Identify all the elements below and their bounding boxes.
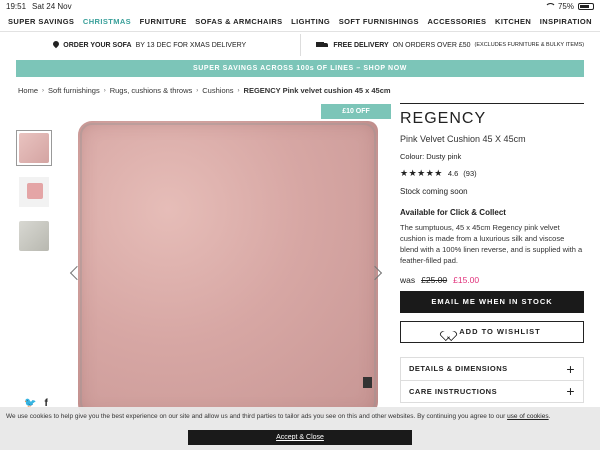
nav-kitchen[interactable]: KITCHEN	[495, 17, 531, 26]
breadcrumb-home[interactable]: Home	[18, 86, 38, 95]
truck-icon	[316, 41, 329, 49]
wishlist-label: ADD TO WISHLIST	[459, 327, 541, 336]
cookie-policy-link[interactable]: use of cookies	[507, 413, 549, 420]
cookie-message-text: We use cookies to help give you the best…	[6, 413, 506, 420]
accordion-care-instructions[interactable]: CARE INSTRUCTIONS +	[401, 379, 583, 402]
accept-cookies-button[interactable]: Accept & Close	[188, 430, 412, 445]
nav-inspiration[interactable]: INSPIRATION	[540, 17, 592, 26]
star-rating-icon: ★★★★★	[400, 168, 443, 178]
breadcrumb-cushions[interactable]: Cushions	[202, 86, 233, 95]
review-count[interactable]: (93)	[463, 169, 476, 178]
accordion-label: CARE INSTRUCTIONS	[409, 386, 498, 396]
sofa-delivery-text: BY 13 DEC FOR XMAS DELIVERY	[135, 41, 247, 49]
product-description: The sumptuous, 45 x 45cm Regency pink ve…	[400, 223, 583, 265]
product-image[interactable]	[78, 121, 378, 416]
free-delivery-notice[interactable]: FREE DELIVERY ON ORDERS OVER £50 (EXCLUD…	[299, 34, 600, 56]
rating-value: 4.6	[447, 169, 459, 178]
stock-status: Stock coming soon	[400, 187, 468, 196]
sale-badge: £10 OFF	[321, 104, 391, 119]
thumbnail-3[interactable]	[16, 218, 52, 254]
accordion-details-dimensions[interactable]: DETAILS & DIMENSIONS +	[401, 358, 583, 380]
thumbnail-image	[19, 221, 49, 251]
nav-super-savings[interactable]: SUPER SAVINGS	[8, 17, 74, 26]
accept-cookies-label: Accept & Close	[276, 434, 324, 441]
promo-banner[interactable]: SUPER SAVINGS ACROSS 100s OF LINES – SHO…	[16, 60, 584, 77]
sofa-delivery-bold: ORDER YOUR SOFA	[63, 41, 132, 49]
status-time: 19:51	[6, 1, 27, 11]
breadcrumb-separator-icon: ›	[196, 87, 199, 94]
nav-accessories[interactable]: ACCESSORIES	[427, 17, 486, 26]
main-nav: SUPER SAVINGS CHRISTMAS FURNITURE SOFAS …	[0, 12, 600, 32]
thumbnail-image	[19, 177, 49, 207]
heart-icon	[443, 327, 453, 336]
battery-icon	[578, 2, 594, 10]
nav-sofas-armchairs[interactable]: SOFAS & ARMCHAIRS	[195, 17, 282, 26]
free-delivery-bold: FREE DELIVERY	[333, 41, 389, 49]
add-to-wishlist-button[interactable]: ADD TO WISHLIST	[400, 320, 584, 343]
breadcrumb-separator-icon: ›	[237, 87, 240, 94]
location-pin-icon	[53, 41, 59, 49]
status-date: Sat 24 Nov	[32, 1, 72, 11]
breadcrumb: Home › Soft furnishings › Rugs, cushions…	[18, 86, 391, 95]
cookie-banner: We use cookies to help give you the best…	[0, 407, 600, 450]
nav-christmas[interactable]: CHRISTMAS	[83, 17, 131, 26]
product-rating[interactable]: ★★★★★ 4.6 (93)	[400, 168, 584, 179]
nav-lighting[interactable]: LIGHTING	[291, 17, 330, 26]
plus-icon: +	[566, 360, 575, 377]
breadcrumb-rugs-cushions-throws[interactable]: Rugs, cushions & throws	[110, 86, 193, 95]
status-bar: 19:51 Sat 24 Nov 75%	[0, 0, 600, 12]
thumbnail-image	[19, 133, 49, 163]
breadcrumb-current: REGENCY Pink velvet cushion 45 x 45cm	[243, 86, 391, 95]
breadcrumb-soft-furnishings[interactable]: Soft furnishings	[48, 86, 100, 95]
email-when-in-stock-button[interactable]: EMAIL ME WHEN IN STOCK	[400, 290, 584, 313]
breadcrumb-separator-icon: ›	[103, 87, 106, 94]
nav-soft-furnishings[interactable]: SOFT FURNISHINGS	[339, 17, 419, 26]
wifi-icon	[544, 2, 556, 10]
free-delivery-exclusions: (EXCLUDES FURNITURE & BULKY ITEMS)	[474, 42, 585, 48]
now-price: £15.00	[453, 274, 480, 285]
accordion-label: DETAILS & DIMENSIONS	[409, 364, 508, 373]
was-label: was	[400, 274, 416, 285]
thumbnail-2[interactable]	[16, 174, 52, 210]
nav-furniture[interactable]: FURNITURE	[140, 17, 187, 26]
cookie-message: We use cookies to help give you the best…	[6, 413, 551, 420]
product-info: REGENCY Pink Velvet Cushion 45 X 45cm Co…	[400, 103, 584, 403]
product-accordion: DETAILS & DIMENSIONS + CARE INSTRUCTIONS…	[400, 356, 584, 403]
sofa-delivery-notice[interactable]: ORDER YOUR SOFA BY 13 DEC FOR XMAS DELIV…	[0, 34, 300, 56]
thumbnail-1[interactable]	[16, 130, 52, 166]
product-brand: REGENCY	[400, 110, 487, 127]
product-colour: Colour: Dusty pink	[400, 152, 462, 161]
product-image-viewer[interactable]	[60, 103, 390, 416]
divider	[400, 103, 584, 104]
cushion-label-tag	[363, 377, 372, 388]
product-title: Pink Velvet Cushion 45 X 45cm	[400, 134, 526, 144]
free-delivery-text: ON ORDERS OVER £50	[392, 41, 471, 49]
delivery-info-bar: ORDER YOUR SOFA BY 13 DEC FOR XMAS DELIV…	[0, 34, 600, 56]
breadcrumb-separator-icon: ›	[42, 87, 45, 94]
price-block: was £25.00 £15.00	[400, 275, 584, 285]
plus-icon: +	[566, 383, 575, 399]
click-collect-availability: Available for Click & Collect	[400, 208, 506, 217]
was-price: £25.00	[421, 274, 448, 285]
battery-percent: 75%	[557, 1, 574, 11]
thumbnail-list	[16, 130, 52, 262]
